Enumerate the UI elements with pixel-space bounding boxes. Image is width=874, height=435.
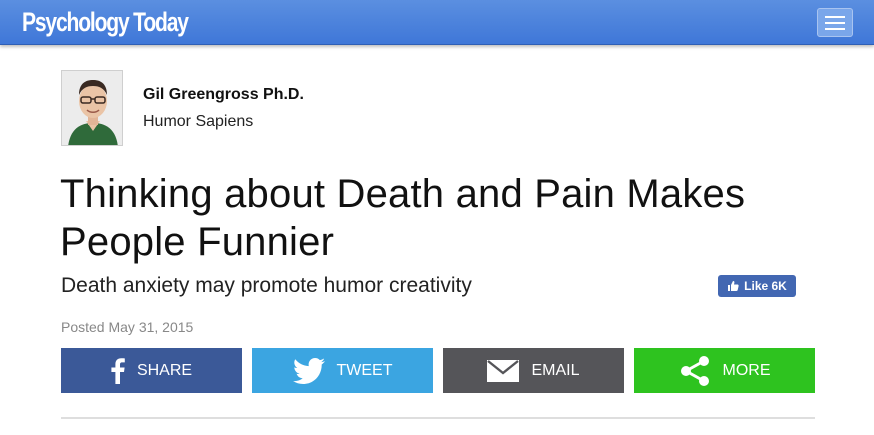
facebook-icon	[111, 357, 125, 384]
author-blog-name[interactable]: Humor Sapiens	[143, 113, 253, 131]
site-logo[interactable]: Psychology Today	[22, 6, 189, 38]
share-buttons-row: SHARE TWEET EMAIL MORE	[61, 348, 815, 393]
facebook-share-label: SHARE	[136, 361, 193, 379]
top-navigation-bar: Psychology Today	[0, 0, 874, 45]
menu-line	[825, 21, 845, 24]
author-avatar[interactable]	[61, 70, 123, 146]
email-share-button[interactable]: EMAIL	[443, 348, 624, 393]
share-nodes-icon	[679, 355, 711, 387]
menu-line	[825, 15, 845, 18]
article-subtitle: Death anxiety may promote humor creativi…	[61, 274, 472, 297]
author-name[interactable]: Gil Greengross Ph.D.	[143, 86, 304, 104]
like-count-label: Like 6K	[744, 279, 787, 293]
envelope-icon	[487, 359, 520, 382]
posted-date: Posted May 31, 2015	[61, 319, 194, 335]
hamburger-menu-icon[interactable]	[817, 8, 853, 37]
email-share-label: EMAIL	[531, 361, 580, 379]
twitter-bird-icon	[292, 357, 325, 384]
more-share-button[interactable]: MORE	[634, 348, 815, 393]
article-title: Thinking about Death and Pain Makes Peop…	[60, 172, 746, 264]
facebook-share-button[interactable]: SHARE	[61, 348, 242, 393]
twitter-tweet-button[interactable]: TWEET	[252, 348, 433, 393]
menu-line	[825, 27, 845, 30]
facebook-like-button[interactable]: Like 6K	[718, 275, 796, 297]
twitter-tweet-label: TWEET	[336, 361, 393, 379]
more-share-label: MORE	[722, 361, 771, 379]
thumbs-up-icon	[728, 281, 739, 291]
content-divider	[61, 417, 815, 419]
